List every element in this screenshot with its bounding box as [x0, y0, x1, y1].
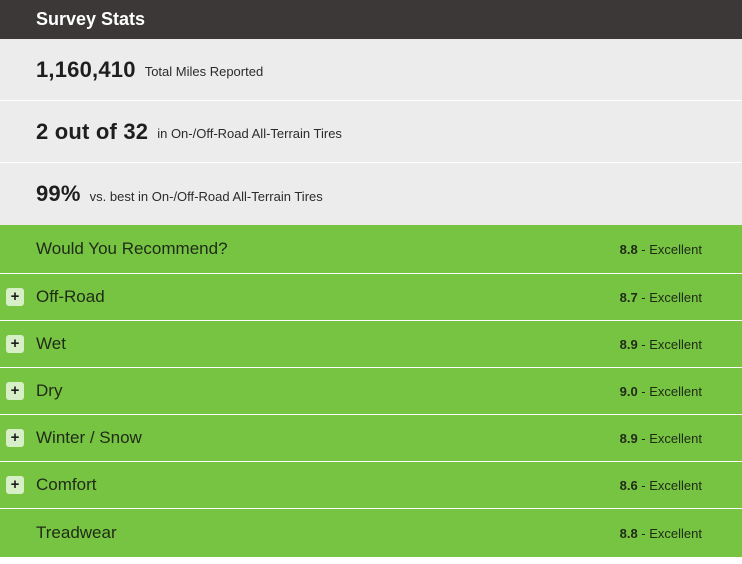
rating-score: 8.9 - Excellent — [620, 337, 702, 352]
score-value: 8.9 — [619, 336, 638, 352]
stat-description: vs. best in On-/Off-Road All-Terrain Tir… — [89, 188, 323, 204]
rating-row-recommend: Would You Recommend? 8.8 - Excellent — [0, 225, 742, 274]
rating-label: Treadwear — [36, 523, 117, 542]
rating-row-winter-snow[interactable]: + Winter / Snow 8.9 - Excellent — [0, 415, 742, 462]
rating-label: Would You Recommend? — [36, 239, 228, 258]
rating-row-dry[interactable]: + Dry 9.0 - Excellent — [0, 368, 742, 415]
survey-stats-panel: Survey Stats 1,160,410 Total Miles Repor… — [0, 0, 742, 557]
score-value: 8.8 — [619, 525, 638, 541]
rating-score: 8.8 - Excellent — [620, 526, 702, 541]
score-value: 9.0 — [619, 383, 638, 399]
score-rating: - Excellent — [637, 477, 702, 493]
rating-label: Off-Road — [36, 287, 105, 306]
score-rating: - Excellent — [637, 336, 702, 352]
score-rating: - Excellent — [637, 241, 702, 257]
score-rating: - Excellent — [637, 525, 702, 541]
stat-description: in On-/Off-Road All-Terrain Tires — [157, 126, 342, 141]
rating-row-off-road[interactable]: + Off-Road 8.7 - Excellent — [0, 274, 742, 321]
rating-label: Winter / Snow — [36, 428, 142, 447]
plus-icon[interactable]: + — [6, 429, 24, 447]
score-rating: - Excellent — [637, 430, 702, 446]
plus-icon[interactable]: + — [6, 382, 24, 400]
rating-label: Dry — [36, 381, 63, 400]
plus-icon[interactable]: + — [6, 476, 24, 494]
score-value: 8.7 — [619, 289, 638, 305]
score-rating: - Excellent — [637, 383, 702, 399]
rating-score: 8.9 - Excellent — [620, 431, 702, 446]
stat-value: 1,160,410 — [36, 56, 136, 82]
rating-row-wet[interactable]: + Wet 8.9 - Excellent — [0, 321, 742, 368]
score-rating: - Excellent — [637, 289, 702, 305]
stat-row-miles: 1,160,410 Total Miles Reported — [0, 39, 742, 101]
rating-score: 8.7 - Excellent — [620, 290, 702, 305]
score-value: 8.8 — [619, 241, 638, 257]
rating-label: Comfort — [36, 475, 97, 494]
stat-value: 99% — [36, 181, 81, 206]
rating-score: 8.6 - Excellent — [620, 478, 702, 493]
rating-row-treadwear: Treadwear 8.8 - Excellent — [0, 509, 742, 557]
plus-icon[interactable]: + — [6, 335, 24, 353]
stat-row-percent: 99% vs. best in On-/Off-Road All-Terrain… — [0, 163, 742, 225]
stat-description: Total Miles Reported — [144, 64, 264, 79]
score-value: 8.6 — [619, 477, 638, 493]
stat-row-rank: 2 out of 32 in On-/Off-Road All-Terrain … — [0, 101, 742, 163]
stat-value: 2 out of 32 — [36, 118, 149, 144]
rating-score: 8.8 - Excellent — [620, 242, 702, 257]
score-value: 8.9 — [619, 430, 638, 446]
rating-label: Wet — [36, 334, 66, 353]
section-title: Survey Stats — [0, 0, 742, 39]
plus-icon[interactable]: + — [6, 288, 24, 306]
rating-row-comfort[interactable]: + Comfort 8.6 - Excellent — [0, 462, 742, 509]
rating-score: 9.0 - Excellent — [620, 384, 702, 399]
